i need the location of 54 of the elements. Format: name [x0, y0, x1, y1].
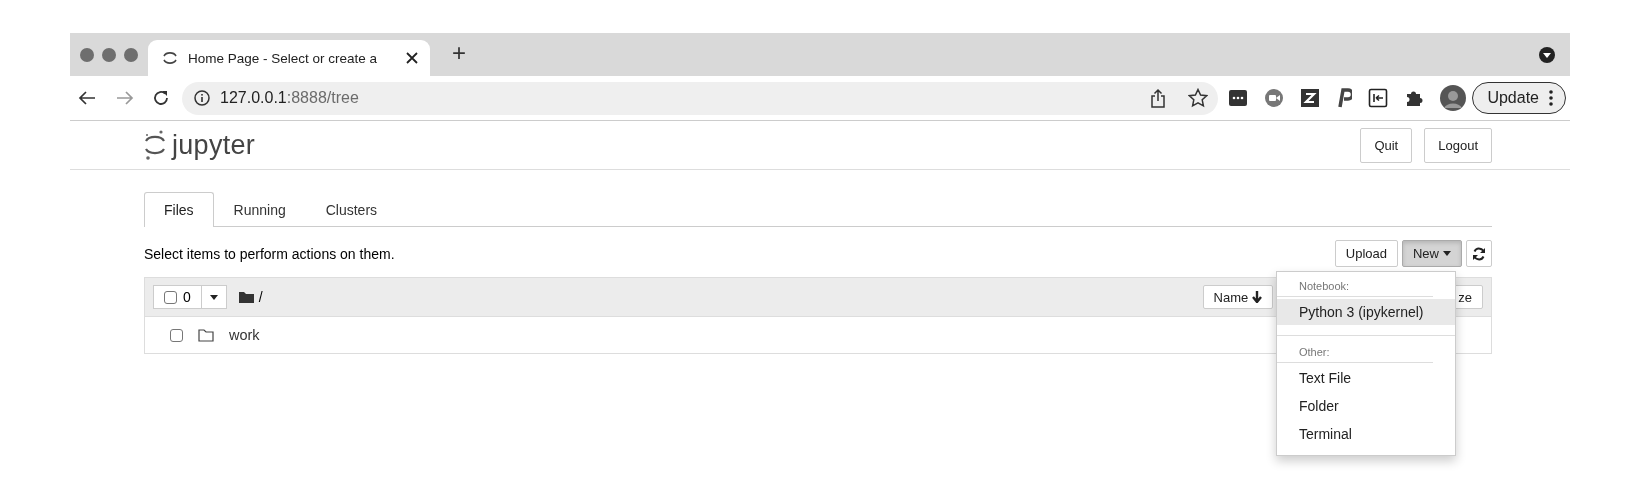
letter-p-icon[interactable] — [1336, 88, 1353, 108]
menu-item[interactable]: Text File — [1277, 365, 1455, 391]
window-control-dot[interactable] — [124, 47, 138, 62]
caret-icon — [1443, 251, 1451, 256]
new-tab-button[interactable]: + — [452, 38, 466, 67]
menu-section-header: Notebook: — [1299, 280, 1350, 292]
header-button[interactable]: Quit — [1360, 127, 1413, 163]
avatar-icon[interactable] — [1440, 85, 1467, 111]
password-manager-icon[interactable] — [1228, 88, 1249, 108]
video-camera-icon[interactable] — [1264, 88, 1285, 108]
menu-section-header: Other: — [1299, 346, 1330, 358]
tab-search-icon[interactable] — [1538, 45, 1556, 64]
window-control-dot[interactable] — [102, 47, 116, 62]
more-icon — [1549, 90, 1553, 106]
checkbox[interactable] — [170, 328, 183, 342]
tab[interactable]: Clusters — [305, 192, 398, 227]
back-icon[interactable] — [78, 90, 96, 106]
down-arrow-icon — [1252, 291, 1263, 303]
refresh-icon — [1472, 246, 1486, 261]
selected-count: 0 — [183, 289, 191, 305]
select-all-button[interactable]: 0 — [153, 285, 202, 309]
jupyter-logo-icon — [162, 50, 178, 66]
file-link[interactable]: work — [229, 327, 260, 343]
menu-item[interactable]: Python 3 (ipykernel) — [1277, 299, 1455, 325]
window-control-dot[interactable] — [80, 47, 94, 62]
star-icon[interactable] — [1188, 88, 1209, 108]
select-menu-button[interactable] — [201, 285, 227, 309]
folder-icon — [198, 328, 214, 342]
menu-item[interactable]: Folder — [1277, 393, 1455, 419]
tab[interactable]: Files — [144, 192, 214, 227]
url-text[interactable]: 127.0.0.1:8888/tree — [220, 89, 359, 107]
forward-icon[interactable] — [116, 90, 134, 106]
select-all-checkbox[interactable] — [164, 290, 177, 304]
caret-icon — [209, 294, 218, 300]
sort-button[interactable]: Name — [1202, 285, 1274, 309]
browser-tab[interactable]: Home Page - Select or create a — [148, 40, 430, 76]
tab-title: Home Page - Select or create a — [188, 50, 379, 66]
folder-icon — [238, 291, 254, 303]
header-button[interactable]: Logout — [1424, 127, 1492, 163]
letter-z-icon[interactable] — [1300, 88, 1321, 108]
refresh-button[interactable] — [1466, 240, 1492, 267]
logo-text: jupyter — [172, 129, 256, 161]
share-icon[interactable] — [1150, 88, 1167, 108]
close-icon[interactable] — [406, 52, 418, 64]
tab[interactable]: Running — [213, 192, 306, 227]
new-button[interactable]: New — [1402, 240, 1462, 267]
upload-button[interactable]: Upload — [1334, 240, 1398, 267]
menu-item[interactable]: Terminal — [1277, 421, 1455, 447]
breadcrumb-link[interactable]: / — [258, 289, 263, 305]
jupyter-logo-icon — [144, 129, 166, 161]
info-icon — [194, 90, 210, 106]
update-button[interactable]: Update — [1472, 82, 1566, 114]
hint-text: Select items to perform actions on them. — [144, 245, 395, 262]
reload-icon[interactable] — [152, 89, 170, 107]
